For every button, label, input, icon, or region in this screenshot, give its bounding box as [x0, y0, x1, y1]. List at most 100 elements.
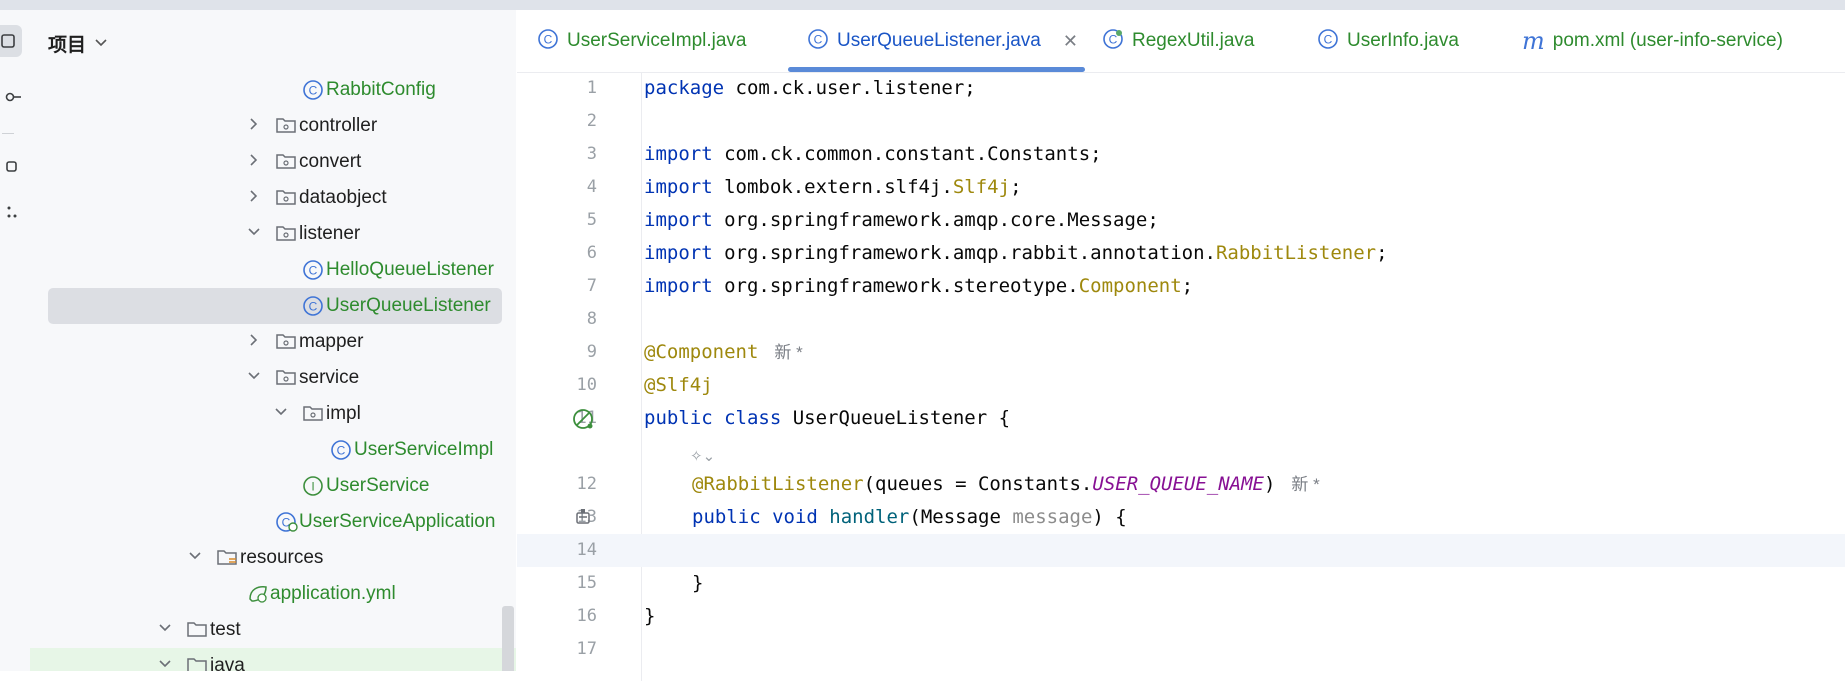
- code-line: 6 import org.springframework.amqp.rabbit…: [517, 237, 1845, 270]
- code-line: 12 @RabbitListener(queues = Constants.US…: [517, 468, 1845, 501]
- author-hint[interactable]: 新 *: [1291, 475, 1319, 494]
- tree-item-label: controller: [299, 115, 378, 136]
- editor-tab-bar: C UserServiceImpl.java C UserQueueListen…: [517, 10, 1845, 73]
- chevron-down-icon[interactable]: [188, 549, 202, 567]
- tree-item[interactable]: C UserQueueListener: [30, 288, 516, 324]
- chevron-down-icon[interactable]: [158, 621, 172, 639]
- svg-text:C: C: [814, 32, 823, 46]
- chevron-right-icon[interactable]: [247, 153, 261, 171]
- structure-icon[interactable]: [0, 155, 24, 179]
- line-number: 14: [576, 540, 597, 560]
- yaml-file-icon: [246, 583, 268, 603]
- code-line: 15 }: [517, 567, 1845, 600]
- svg-text:C: C: [337, 444, 346, 458]
- tab-userinfo[interactable]: C UserInfo.java: [1317, 26, 1459, 56]
- keyword: package: [644, 77, 725, 99]
- package-folder-icon: [275, 187, 297, 207]
- annotation-ref: Slf4j: [952, 176, 1011, 198]
- tree-item[interactable]: convert: [30, 144, 516, 180]
- tab-label: UserInfo.java: [1347, 30, 1459, 51]
- spring-bean-icon[interactable]: [571, 407, 595, 431]
- line-number: 6: [586, 243, 597, 263]
- row-highlight: [30, 648, 516, 671]
- tree-item-label: convert: [299, 151, 362, 172]
- tool-window-bar: [0, 10, 31, 671]
- spring-boot-class-icon: C: [275, 511, 298, 532]
- line-number: 15: [576, 573, 597, 593]
- svg-text:C: C: [309, 84, 318, 98]
- tree-scrollbar[interactable]: [502, 606, 514, 671]
- code-line: 13 public void handler(Message message) …: [517, 501, 1845, 534]
- project-title: 项目: [48, 34, 87, 56]
- resources-folder-icon: [216, 547, 238, 567]
- tab-userserviceimpl[interactable]: C UserServiceImpl.java: [537, 26, 747, 56]
- chevron-right-icon[interactable]: [247, 333, 261, 351]
- line-code: import org.springframework.amqp.core.Mes…: [644, 209, 1159, 231]
- tree-item[interactable]: mapper: [30, 324, 516, 360]
- annotation-ref: Component: [1078, 275, 1182, 297]
- tab-regexutil[interactable]: C RegexUtil.java: [1102, 26, 1255, 56]
- tree-item[interactable]: I UserService: [30, 468, 516, 504]
- more-tools-icon[interactable]: [0, 200, 24, 224]
- tree-item[interactable]: resources: [30, 540, 516, 576]
- package-folder-icon: [302, 403, 324, 423]
- tree-item[interactable]: dataobject: [30, 180, 516, 216]
- tree-item[interactable]: C UserServiceImpl: [30, 432, 516, 468]
- svg-text:C: C: [1324, 32, 1333, 46]
- code-line: 4 import lombok.extern.slf4j.Slf4j;: [517, 171, 1845, 204]
- interface-icon: I: [302, 475, 324, 496]
- tree-item[interactable]: impl: [30, 396, 516, 432]
- tab-userqueuelistener[interactable]: C UserQueueListener.java ✕: [807, 26, 1078, 56]
- code-text: ;: [1376, 242, 1388, 264]
- code-text: org.springframework.amqp.rabbit.annotati…: [712, 242, 1216, 264]
- code-line: 11 public class UserQueueListener {: [517, 402, 1845, 435]
- class-icon: C: [807, 28, 829, 55]
- chevron-right-icon[interactable]: [247, 189, 261, 207]
- project-view-icon[interactable]: [0, 25, 22, 57]
- tree-item-label: UserService: [326, 475, 430, 496]
- class-icon: C: [302, 259, 324, 280]
- chevron-right-icon[interactable]: [247, 117, 261, 135]
- class-icon: C: [1317, 28, 1339, 55]
- tree-item-label: application.yml: [270, 583, 396, 604]
- tree-item[interactable]: controller: [30, 108, 516, 144]
- tree-item-label: java: [210, 655, 245, 671]
- chevron-down-icon[interactable]: [158, 657, 172, 671]
- author-hint[interactable]: 新 *: [774, 343, 802, 362]
- tree-item[interactable]: test: [30, 612, 516, 648]
- tree-item-label: UserQueueListener: [326, 295, 491, 316]
- tree-item[interactable]: C RabbitConfig: [30, 72, 516, 108]
- keyword: import: [644, 176, 713, 198]
- annotation: @Slf4j: [644, 374, 713, 396]
- tab-label: RegexUtil.java: [1132, 30, 1255, 51]
- ai-action-icon[interactable]: ✧⌄: [690, 447, 715, 465]
- line-code: import org.springframework.amqp.rabbit.a…: [644, 242, 1388, 264]
- line-number: 4: [586, 177, 597, 197]
- folder-icon: [186, 655, 208, 671]
- tree-item[interactable]: C HelloQueueListener: [30, 252, 516, 288]
- chevron-down-icon[interactable]: [247, 225, 261, 243]
- close-icon[interactable]: ✕: [1063, 31, 1078, 52]
- chevron-down-icon[interactable]: [247, 369, 261, 387]
- chevron-down-icon[interactable]: [274, 405, 288, 423]
- code-line: 9 @Component 新 *: [517, 336, 1845, 369]
- package-folder-icon: [275, 331, 297, 351]
- rabbit-queue-icon[interactable]: [573, 507, 597, 531]
- project-header[interactable]: 项目: [48, 28, 108, 58]
- tree-item[interactable]: listener: [30, 216, 516, 252]
- code-text: org.springframework.amqp.core.Message;: [712, 209, 1159, 231]
- tree-item[interactable]: java: [30, 648, 516, 671]
- tab-label: UserServiceImpl.java: [567, 30, 747, 51]
- code-text: com.ck.common.constant.Constants;: [712, 143, 1102, 165]
- maven-icon: m: [1522, 27, 1545, 55]
- commit-icon[interactable]: [0, 85, 24, 109]
- tree-item[interactable]: service: [30, 360, 516, 396]
- line-code: public void handler(Message message) {: [692, 506, 1127, 528]
- code-text: ): [1263, 473, 1276, 495]
- svg-text:C: C: [309, 264, 318, 278]
- method-name: handler: [829, 506, 910, 528]
- tree-item[interactable]: application.yml: [30, 576, 516, 612]
- tree-item[interactable]: C UserServiceApplication: [30, 504, 516, 540]
- tab-pom[interactable]: m pom.xml (user-info-service): [1522, 26, 1783, 56]
- code-line: 10 @Slf4j: [517, 369, 1845, 402]
